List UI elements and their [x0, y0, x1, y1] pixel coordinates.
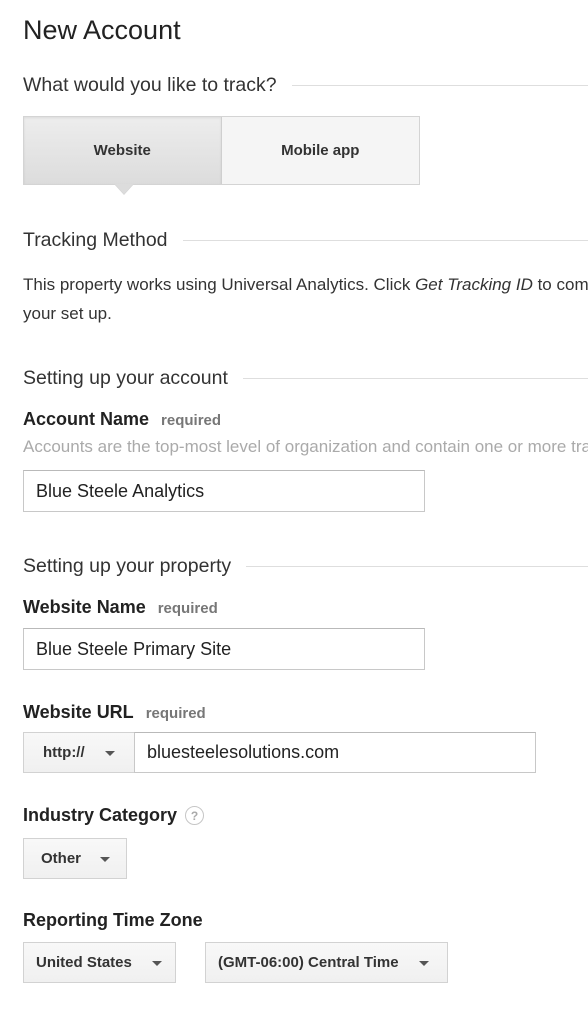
reporting-time-zone-label-text: Reporting Time Zone [23, 910, 203, 930]
website-name-label-text: Website Name [23, 597, 146, 617]
required-indicator: required [145, 705, 206, 722]
track-type-toggle: Website Mobile app [23, 116, 420, 185]
section-tracking-method: Tracking Method [23, 228, 588, 252]
website-url-label-text: Website URL [23, 702, 134, 722]
required-indicator: required [157, 600, 218, 617]
industry-selected-value: Other [41, 850, 82, 867]
track-mobile-app-button[interactable]: Mobile app [222, 117, 420, 184]
protocol-selected-value: http:// [43, 744, 85, 761]
section-account-label: Setting up your account [23, 366, 228, 389]
account-name-label-text: Account Name [23, 409, 150, 429]
section-divider [291, 84, 588, 86]
section-divider [182, 239, 588, 241]
new-account-page: New Account What would you like to track… [0, 0, 588, 1024]
country-selected-value: United States [36, 954, 132, 971]
tracking-method-text-start: This property works using Universal Anal… [23, 275, 416, 294]
selected-pointer-fill [115, 184, 133, 194]
section-track: What would you like to track? [23, 73, 588, 97]
track-website-button[interactable]: Website [24, 117, 222, 184]
industry-category-label: Industry Category ? [23, 805, 205, 826]
section-property: Setting up your property [23, 554, 588, 578]
question-circle-icon[interactable]: ? [185, 806, 205, 825]
section-property-label: Setting up your property [23, 554, 232, 577]
website-url-input[interactable]: bluesteelesolutions.com [134, 732, 536, 773]
protocol-dropdown[interactable]: http:// [23, 732, 135, 773]
required-indicator: required [161, 412, 222, 429]
caret-down-icon [104, 751, 115, 756]
caret-down-icon [100, 857, 111, 862]
get-tracking-id-reference: Get Tracking ID [415, 275, 533, 294]
account-name-label: Account Name required [23, 409, 221, 430]
caret-down-icon [151, 961, 162, 966]
website-url-label: Website URL required [23, 702, 206, 723]
account-name-input[interactable]: Blue Steele Analytics [23, 470, 425, 512]
industry-category-label-text: Industry Category [23, 805, 178, 825]
timezone-dropdown[interactable]: (GMT-06:00) Central Time [205, 942, 448, 983]
section-divider [242, 377, 588, 379]
tracking-method-description: This property works using Universal Anal… [23, 270, 588, 328]
timezone-selected-value: (GMT-06:00) Central Time [218, 954, 399, 971]
website-name-input[interactable]: Blue Steele Primary Site [23, 628, 425, 670]
reporting-time-zone-label: Reporting Time Zone [23, 910, 203, 931]
country-dropdown[interactable]: United States [23, 942, 176, 983]
section-track-label: What would you like to track? [23, 73, 277, 96]
section-account: Setting up your account [23, 366, 588, 390]
industry-category-dropdown[interactable]: Other [23, 838, 127, 879]
account-name-help: Accounts are the top-most level of organ… [23, 437, 588, 456]
page-title: New Account [23, 15, 181, 45]
section-divider [246, 565, 588, 567]
caret-down-icon [418, 961, 429, 966]
website-name-label: Website Name required [23, 597, 218, 618]
section-tracking-method-label: Tracking Method [23, 228, 168, 251]
